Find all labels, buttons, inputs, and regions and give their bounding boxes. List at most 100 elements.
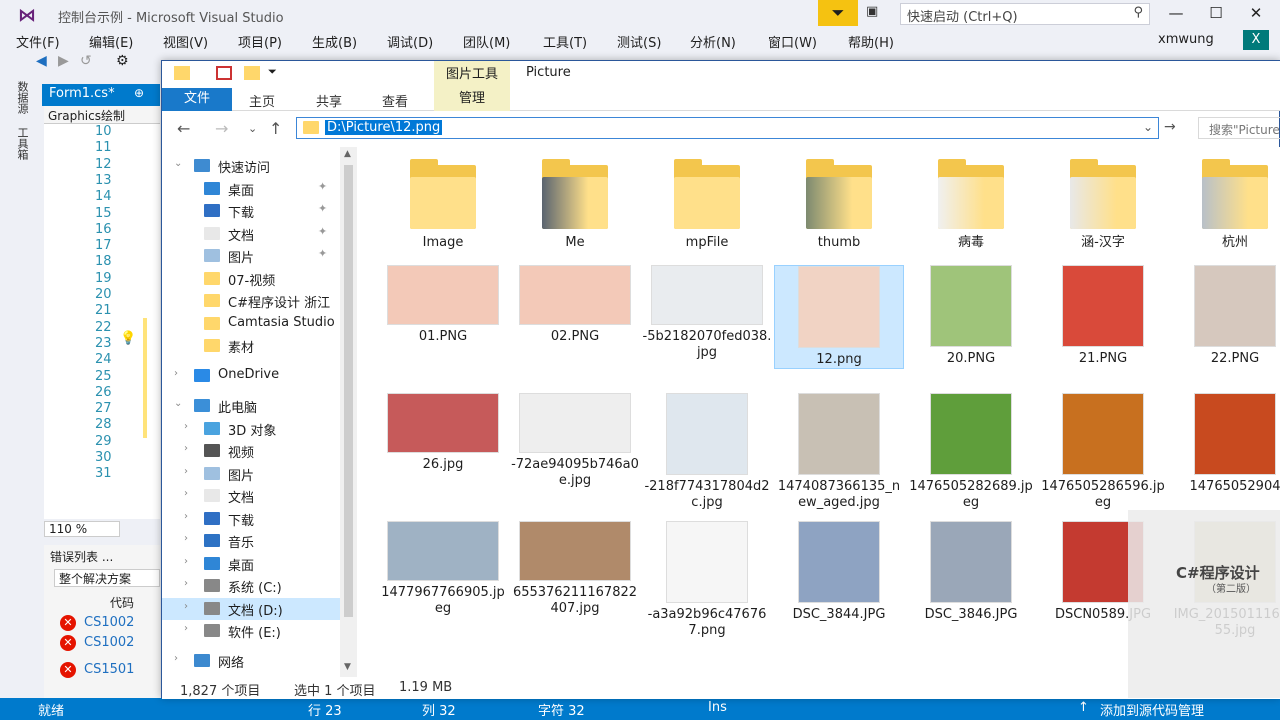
nav-item[interactable]: Camtasia Studio bbox=[162, 313, 340, 335]
expand-chevron-icon[interactable]: › bbox=[184, 488, 188, 499]
menu-help[interactable]: 帮助(H) bbox=[848, 32, 894, 51]
go-arrow-icon[interactable]: → bbox=[1164, 119, 1176, 135]
nav-item[interactable]: 07-视频 bbox=[162, 268, 340, 290]
image-file-item[interactable]: 1476505286596.jpeg bbox=[1038, 393, 1168, 511]
nav-item[interactable]: › 下载 bbox=[162, 508, 340, 530]
nav-item[interactable]: 图片 ✦ bbox=[162, 245, 340, 267]
address-input[interactable]: D:\Picture\12.png ⌄ bbox=[296, 117, 1159, 139]
menu-debug[interactable]: 调试(D) bbox=[387, 32, 433, 51]
folder-item[interactable]: 杭州 bbox=[1170, 157, 1280, 251]
image-file-item[interactable]: 22.PNG bbox=[1170, 265, 1280, 367]
code-column-header[interactable]: 代码 bbox=[110, 594, 134, 611]
close-button[interactable]: ✕ bbox=[1240, 2, 1272, 26]
image-file-item[interactable]: 21.PNG bbox=[1038, 265, 1168, 367]
user-avatar[interactable]: X bbox=[1243, 30, 1269, 50]
scroll-down-icon[interactable]: ▼ bbox=[344, 662, 351, 672]
toolbox-tab[interactable]: 工具箱 bbox=[14, 127, 30, 160]
feedback-icon[interactable]: ▣ bbox=[866, 4, 888, 24]
folder-item[interactable]: 病毒 bbox=[906, 157, 1036, 251]
expand-chevron-icon[interactable]: › bbox=[184, 443, 188, 454]
back-icon[interactable]: ◀ bbox=[36, 53, 47, 69]
expand-chevron-icon[interactable]: › bbox=[184, 511, 188, 522]
new-project-icon[interactable]: ⚙ bbox=[116, 53, 129, 69]
back-icon[interactable]: ← bbox=[177, 119, 190, 138]
nav-item[interactable]: › 桌面 bbox=[162, 553, 340, 575]
quick-launch-input[interactable]: 快速启动 (Ctrl+Q) ⚲ bbox=[900, 3, 1150, 25]
nav-item[interactable]: 下载 ✦ bbox=[162, 200, 340, 222]
folder-item[interactable]: Image bbox=[378, 157, 508, 251]
nav-item[interactable]: › 系统 (C:) bbox=[162, 575, 340, 597]
folder-item[interactable]: thumb bbox=[774, 157, 904, 251]
nav-item[interactable]: 文档 ✦ bbox=[162, 223, 340, 245]
error-list-title[interactable]: 错误列表 ... bbox=[50, 548, 113, 565]
lightbulb-icon[interactable]: 💡 bbox=[120, 331, 136, 346]
expand-chevron-icon[interactable]: › bbox=[184, 556, 188, 567]
pin-icon[interactable]: ⊕ bbox=[134, 86, 144, 100]
scroll-up-icon[interactable]: ▲ bbox=[344, 149, 351, 159]
expand-chevron-icon[interactable]: › bbox=[184, 601, 188, 612]
undo-icon[interactable]: ↺ bbox=[80, 53, 92, 69]
forward-icon[interactable]: → bbox=[215, 119, 228, 138]
tab-home[interactable]: 主页 bbox=[249, 91, 275, 110]
error-row[interactable]: ✕ CS1002 bbox=[60, 635, 134, 651]
tab-view[interactable]: 查看 bbox=[382, 91, 408, 110]
nav-item[interactable]: › 软件 (E:) bbox=[162, 620, 340, 642]
pin-icon[interactable]: ✦ bbox=[318, 180, 327, 193]
nav-scrollbar[interactable]: ▲ ▼ bbox=[340, 147, 357, 677]
folder-item[interactable]: 涵-汉字 bbox=[1038, 157, 1168, 251]
editor-tab[interactable]: Form1.cs* ⊕ bbox=[42, 84, 160, 106]
expand-chevron-icon[interactable]: › bbox=[174, 368, 178, 379]
image-file-item[interactable]: 20.PNG bbox=[906, 265, 1036, 367]
new-folder-icon[interactable] bbox=[244, 66, 260, 80]
maximize-button[interactable]: ☐ bbox=[1200, 2, 1232, 26]
nav-item[interactable]: › OneDrive bbox=[162, 365, 340, 387]
customize-toolbar-icon[interactable]: ⏷ bbox=[268, 65, 277, 79]
menu-edit[interactable]: 编辑(E) bbox=[89, 32, 133, 51]
menu-team[interactable]: 团队(M) bbox=[463, 32, 510, 51]
error-row[interactable]: ✕ CS1002 bbox=[60, 615, 134, 631]
zoom-selector[interactable]: 110 % bbox=[44, 521, 120, 537]
expand-chevron-icon[interactable]: ⌄ bbox=[174, 158, 182, 169]
pin-icon[interactable]: ✦ bbox=[318, 225, 327, 238]
nav-item[interactable]: › 网络 bbox=[162, 650, 340, 672]
menu-window[interactable]: 窗口(W) bbox=[768, 32, 817, 51]
nav-item[interactable]: › 文档 (D:) bbox=[162, 598, 340, 620]
scrollbar-thumb[interactable] bbox=[344, 165, 353, 617]
editor-nav-bar[interactable]: Graphics绘制 bbox=[44, 106, 160, 124]
expand-chevron-icon[interactable]: › bbox=[184, 578, 188, 589]
image-file-item[interactable]: -a3a92b96c476767.png bbox=[642, 521, 772, 639]
recent-locations-icon[interactable]: ⌄ bbox=[248, 122, 257, 135]
menu-tools[interactable]: 工具(T) bbox=[543, 32, 587, 51]
search-input[interactable]: 搜索"Picture" bbox=[1198, 117, 1280, 139]
image-file-item[interactable]: 26.jpg bbox=[378, 393, 508, 473]
menu-file[interactable]: 文件(F) bbox=[16, 32, 60, 51]
expand-chevron-icon[interactable]: › bbox=[184, 421, 188, 432]
nav-item[interactable]: ⌄ 快速访问 bbox=[162, 155, 340, 177]
user-name[interactable]: xmwung bbox=[1158, 32, 1214, 47]
expand-chevron-icon[interactable]: › bbox=[184, 623, 188, 634]
image-file-item[interactable]: 1476505282689.jpeg bbox=[906, 393, 1036, 511]
nav-item[interactable]: C#程序设计 浙江 bbox=[162, 290, 340, 312]
chevron-down-icon[interactable]: ⌄ bbox=[1143, 120, 1153, 134]
error-scope-select[interactable]: 整个解决方案 bbox=[54, 569, 160, 587]
expand-chevron-icon[interactable]: › bbox=[184, 466, 188, 477]
image-file-item[interactable]: 01.PNG bbox=[378, 265, 508, 345]
tab-manage[interactable]: 管理 bbox=[434, 88, 510, 111]
pin-icon[interactable]: ✦ bbox=[318, 202, 327, 215]
image-file-item[interactable]: -5b2182070fed038.jpg bbox=[642, 265, 772, 361]
nav-item[interactable]: ⌄ 此电脑 bbox=[162, 395, 340, 417]
minimize-button[interactable]: — bbox=[1160, 2, 1192, 26]
menu-view[interactable]: 视图(V) bbox=[163, 32, 208, 51]
image-file-item[interactable]: 02.PNG bbox=[510, 265, 640, 345]
image-file-item[interactable]: DSC_3844.JPG bbox=[774, 521, 904, 623]
nav-item[interactable]: 桌面 ✦ bbox=[162, 178, 340, 200]
image-file-item[interactable]: -72ae94095b746a0e.jpg bbox=[510, 393, 640, 489]
expand-chevron-icon[interactable]: › bbox=[174, 653, 178, 664]
expand-chevron-icon[interactable]: ⌄ bbox=[174, 398, 182, 409]
expand-chevron-icon[interactable]: › bbox=[184, 533, 188, 544]
menu-test[interactable]: 测试(S) bbox=[617, 32, 661, 51]
nav-item[interactable]: › 图片 bbox=[162, 463, 340, 485]
pin-icon[interactable]: ✦ bbox=[318, 247, 327, 260]
nav-item[interactable]: › 音乐 bbox=[162, 530, 340, 552]
image-file-item[interactable]: DSC_3846.JPG bbox=[906, 521, 1036, 623]
